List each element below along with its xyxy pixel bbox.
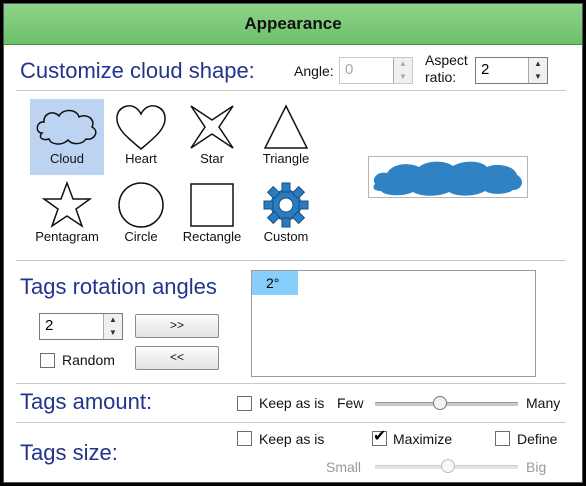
shape-option-cloud[interactable]: Cloud	[30, 99, 104, 175]
separator	[16, 422, 566, 423]
amount-slider-thumb[interactable]	[433, 396, 448, 410]
size-min-label: Small	[326, 459, 362, 475]
shape-label-heart: Heart	[125, 151, 157, 166]
maximize-label: Maximize	[393, 431, 453, 447]
angle-up-arrow-icon[interactable]: ▲	[394, 58, 412, 72]
define-checkbox[interactable]	[495, 431, 510, 446]
random-checkbox[interactable]	[40, 353, 55, 368]
remove-angle-button[interactable]: <<	[135, 346, 219, 370]
shape-label-rectangle: Rectangle	[182, 229, 242, 244]
shape-section-heading: Customize cloud shape:	[20, 58, 255, 83]
cloud-preview	[368, 156, 528, 198]
aspect-label-line1: Aspect	[425, 52, 468, 68]
list-item[interactable]: 2°	[252, 271, 298, 295]
rotation-up-arrow-icon[interactable]: ▲	[104, 314, 122, 328]
angles-list[interactable]: 2°	[251, 270, 536, 377]
shape-option-circle[interactable]: Circle	[104, 177, 178, 253]
shape-label-cloud: Cloud	[50, 151, 84, 166]
separator	[16, 383, 566, 384]
aspect-ratio-value: 2	[481, 61, 490, 78]
shape-option-custom[interactable]: Custom	[249, 177, 323, 253]
amount-keep-checkbox[interactable]	[237, 396, 252, 411]
size-max-label: Big	[526, 459, 547, 475]
rectangle-icon	[190, 183, 234, 227]
angle-stepper[interactable]: 0 ▲ ▼	[339, 57, 413, 84]
cloud-preview-shape	[373, 161, 522, 196]
separator	[16, 90, 566, 91]
appearance-panel: Appearance Customize cloud shape: Angle:…	[3, 3, 583, 483]
size-keep-checkbox[interactable]	[237, 431, 252, 446]
add-angle-button[interactable]: >>	[135, 314, 219, 338]
shape-option-rectangle[interactable]: Rectangle	[175, 177, 249, 253]
aspect-up-arrow-icon[interactable]: ▲	[529, 58, 547, 72]
pentagram-icon	[41, 181, 93, 228]
maximize-checkbox[interactable]: ✔	[372, 428, 387, 446]
separator	[16, 260, 566, 261]
rotation-down-arrow-icon[interactable]: ▼	[104, 326, 122, 339]
four-point-star-icon	[190, 105, 234, 149]
cloud-icon	[36, 109, 97, 145]
amount-min-label: Few	[337, 395, 364, 411]
size-keep-label: Keep as is	[259, 431, 325, 447]
random-label: Random	[62, 352, 115, 368]
shape-label-pentagram: Pentagram	[35, 229, 99, 244]
shape-option-pentagram[interactable]: Pentagram	[30, 177, 104, 253]
angle-value: 0	[345, 61, 354, 78]
aspect-ratio-stepper[interactable]: 2 ▲ ▼	[475, 57, 548, 84]
define-label: Define	[517, 431, 558, 447]
gear-icon	[263, 182, 309, 228]
checkmark-icon: ✔	[373, 428, 387, 445]
triangle-icon	[263, 104, 309, 149]
shape-label-custom: Custom	[263, 229, 309, 244]
angle-label: Angle:	[294, 63, 334, 79]
size-slider-thumb[interactable]	[440, 459, 455, 473]
aspect-down-arrow-icon[interactable]: ▼	[529, 70, 547, 83]
amount-section-heading: Tags amount:	[20, 389, 153, 414]
size-section-heading: Tags size:	[20, 440, 118, 465]
panel-title: Appearance	[4, 4, 582, 45]
amount-keep-label: Keep as is	[259, 395, 325, 411]
rotation-section-heading: Tags rotation angles	[20, 274, 217, 299]
shape-label-star: Star	[200, 151, 224, 166]
amount-max-label: Many	[526, 395, 561, 411]
shape-option-heart[interactable]: Heart	[104, 99, 178, 175]
circle-icon	[118, 182, 164, 228]
rotation-count-value: 2	[45, 317, 54, 334]
rotation-count-stepper[interactable]: 2 ▲ ▼	[39, 313, 123, 340]
angle-down-arrow-icon[interactable]: ▼	[394, 70, 412, 83]
shape-label-triangle: Triangle	[262, 151, 310, 166]
shape-option-star[interactable]: Star	[175, 99, 249, 175]
heart-icon	[116, 105, 166, 150]
shape-option-triangle[interactable]: Triangle	[249, 99, 323, 175]
aspect-label-line2: ratio:	[425, 69, 457, 85]
shape-label-circle: Circle	[124, 229, 158, 244]
